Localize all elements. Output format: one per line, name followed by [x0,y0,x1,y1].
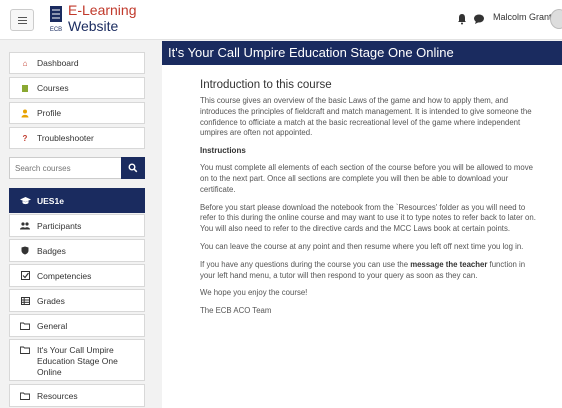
sidebar-item-courses[interactable]: Courses [9,77,145,99]
home-icon: ⌂ [22,58,28,68]
page-title: It's Your Call Umpire Education Stage On… [162,41,562,65]
sidebar-item-label: Participants [37,220,82,231]
search-icon [128,163,138,172]
search-button[interactable] [121,157,145,179]
course-content: Introduction to this course This course … [162,65,562,408]
folder-icon [18,322,32,330]
svg-text:ECB: ECB [50,27,62,33]
sidebar-item-label: Profile [37,108,62,118]
sidebar-item-label: Troubleshooter [37,133,94,143]
user-avatar[interactable] [550,9,562,29]
top-navbar: ECB E-Learning Website Malcolm Grant [0,0,562,40]
instruction-paragraph-3: You can leave the course at any point an… [200,241,524,251]
checkbox-icon [18,271,32,280]
shield-icon [18,246,32,255]
sidebar-item-label: Courses [37,83,69,93]
graduation-cap-icon [18,196,32,205]
messages-icon[interactable] [473,13,485,25]
sidebar-item-profile[interactable]: Profile [9,102,145,124]
sidebar-item-resources[interactable]: Resources [9,384,145,407]
sidebar-item-label: It's Your Call Umpire Education Stage On… [37,345,118,377]
instruction-paragraph-4: If you have any questions during the cou… [200,260,536,282]
signature-paragraph: The ECB ACO Team [200,306,272,316]
sidebar-item-competencies[interactable]: Competencies [9,264,145,287]
p4-text-before: If you have any questions during the cou… [200,259,411,269]
sidebar-item-label: Badges [37,245,66,256]
user-icon [18,109,32,118]
sidebar-course-header[interactable]: UES1e [9,188,145,213]
closing-paragraph: We hope you enjoy the course! [200,288,308,298]
search-courses-input[interactable] [9,157,123,179]
sidebar-item-label: Dashboard [37,58,79,68]
folder-icon [18,392,32,400]
instruction-paragraph-1: You must complete all elements of each s… [200,163,533,194]
ecb-logo[interactable]: ECB [48,4,64,34]
menu-toggle-button[interactable] [10,9,34,31]
sidebar-item-badges[interactable]: Badges [9,239,145,262]
sidebar-item-label: Competencies [37,270,92,281]
sidebar-item-label: Grades [37,295,65,306]
sidebar-item-participants[interactable]: Participants [9,214,145,237]
course-short-name: UES1e [37,195,64,206]
site-brand-line1[interactable]: E-Learning [68,2,137,18]
sidebar-item-general[interactable]: General [9,314,145,337]
user-name[interactable]: Malcolm Grant [493,12,552,22]
intro-paragraph: This course gives an overview of the bas… [200,96,532,138]
table-icon [18,296,32,305]
instructions-heading: Instructions [200,146,246,156]
message-teacher-emphasis: message the teacher [410,259,488,269]
sidebar-item-dashboard[interactable]: ⌂ Dashboard [9,52,145,74]
question-icon: ? [22,133,28,143]
sidebar-item-label: General [37,320,68,331]
sidebar-item-troubleshooter[interactable]: ? Troubleshooter [9,127,145,149]
site-brand-line2[interactable]: Website [68,18,118,34]
instruction-paragraph-2: Before you start please download the not… [200,202,536,234]
book-icon [18,84,32,93]
section-title: Introduction to this course [200,79,332,91]
folder-icon [18,346,32,354]
left-sidebar: ⌂ Dashboard Courses Profile ? Troublesho… [0,40,153,408]
notification-bell-icon[interactable] [456,13,468,25]
sidebar-item-label: Resources [37,390,78,401]
sidebar-item-grades[interactable]: Grades [9,289,145,312]
sidebar-item-course-section[interactable]: It's Your Call Umpire Education Stage On… [9,339,145,381]
users-icon [18,221,32,230]
